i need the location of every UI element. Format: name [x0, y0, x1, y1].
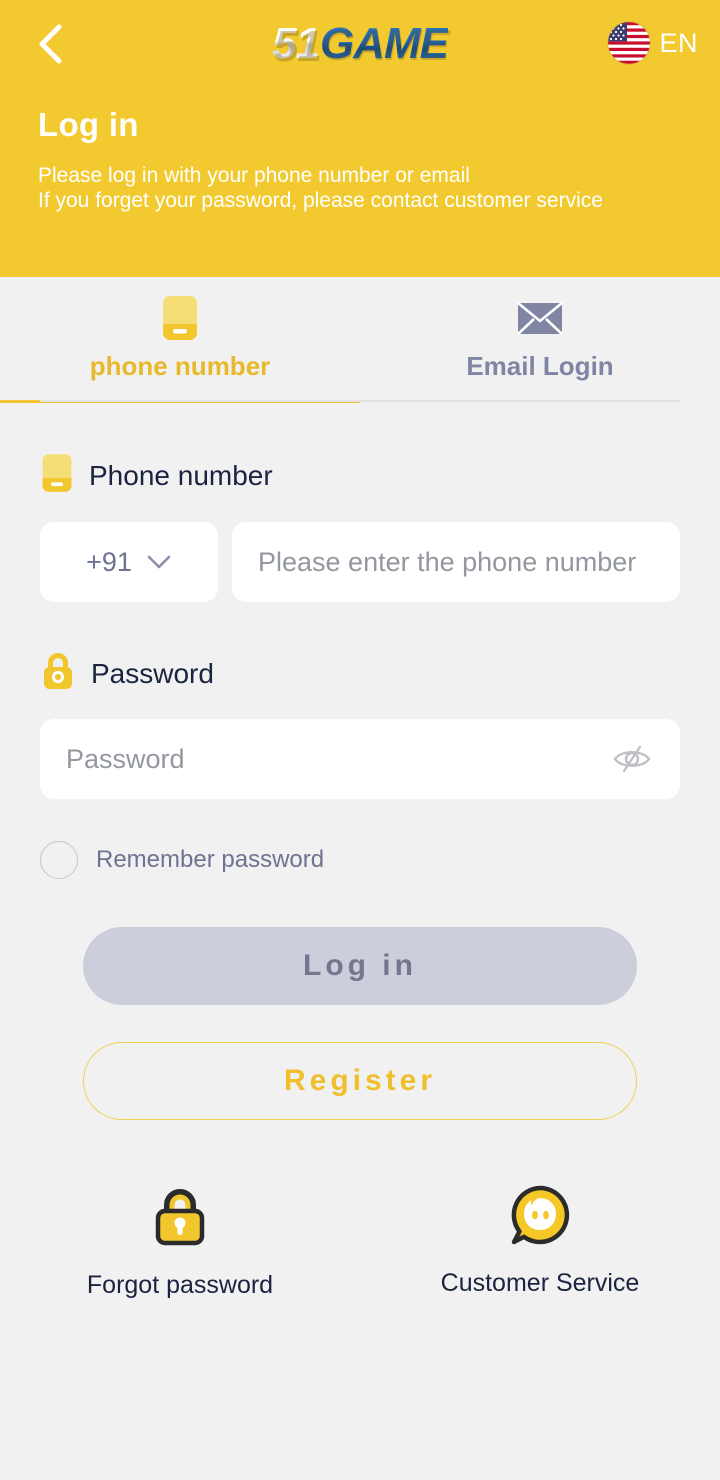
page-subtitle: Please log in with your phone number or …: [38, 163, 603, 213]
chevron-down-icon: [147, 555, 171, 569]
forgot-password-action[interactable]: Forgot password: [0, 1184, 360, 1300]
login-form: Phone number +91 Password: [0, 403, 720, 1300]
logo-text-51: 51: [272, 19, 320, 68]
subtitle-line-2: If you forget your password, please cont…: [38, 189, 603, 213]
phone-label-text: Phone number: [89, 459, 273, 491]
login-screen: 51 GAME EN Log in Please log in with you…: [0, 0, 720, 1480]
remember-password-checkbox[interactable]: [40, 841, 78, 879]
page-header: 51 GAME EN Log in Please log in with you…: [0, 0, 720, 277]
phone-field-label: Phone number: [40, 451, 720, 500]
eye-off-icon[interactable]: [610, 737, 654, 781]
padlock-icon: [150, 1184, 210, 1255]
login-method-tabs: phone number Email Login: [0, 277, 720, 403]
tab-email-login[interactable]: Email Login: [360, 277, 720, 403]
country-code-value: +91: [86, 546, 132, 577]
tab-phone-number[interactable]: phone number: [0, 277, 360, 403]
page-title: Log in: [38, 106, 139, 143]
phone-icon: [160, 293, 200, 343]
password-input[interactable]: [66, 743, 610, 775]
remember-password-row[interactable]: Remember password: [40, 841, 720, 879]
phone-input-row: +91: [40, 522, 680, 602]
lock-icon: [40, 650, 76, 697]
forgot-password-label: Forgot password: [86, 1271, 274, 1299]
tab-email-label: Email Login: [466, 351, 614, 381]
envelope-icon: [516, 293, 564, 343]
subtitle-line-1: Please log in with your phone number or …: [38, 164, 470, 187]
password-field-label: Password: [40, 650, 720, 697]
phone-icon: [40, 451, 74, 500]
customer-service-label: Customer Service: [440, 1269, 640, 1297]
register-button[interactable]: Register: [83, 1042, 637, 1120]
footer-actions: Forgot password Customer Service: [0, 1184, 720, 1300]
language-label: EN: [659, 27, 698, 58]
remember-password-label: Remember password: [96, 846, 325, 873]
password-input-container: [66, 743, 610, 775]
support-chat-icon: [509, 1184, 571, 1253]
country-code-select[interactable]: +91: [40, 522, 218, 602]
language-selector[interactable]: EN: [608, 22, 698, 64]
phone-number-input-wrapper[interactable]: [232, 522, 680, 602]
top-bar: 51 GAME EN: [0, 0, 720, 88]
phone-number-input[interactable]: [258, 546, 654, 578]
password-input-wrapper[interactable]: [40, 719, 680, 799]
tab-phone-label: phone number: [89, 351, 271, 381]
tabs-divider: [40, 400, 680, 402]
password-label-text: Password: [91, 657, 214, 689]
us-flag-icon: [608, 22, 651, 64]
login-button[interactable]: Log in: [83, 927, 637, 1005]
customer-service-action[interactable]: Customer Service: [360, 1184, 720, 1300]
logo-text-game: GAME: [319, 19, 449, 68]
